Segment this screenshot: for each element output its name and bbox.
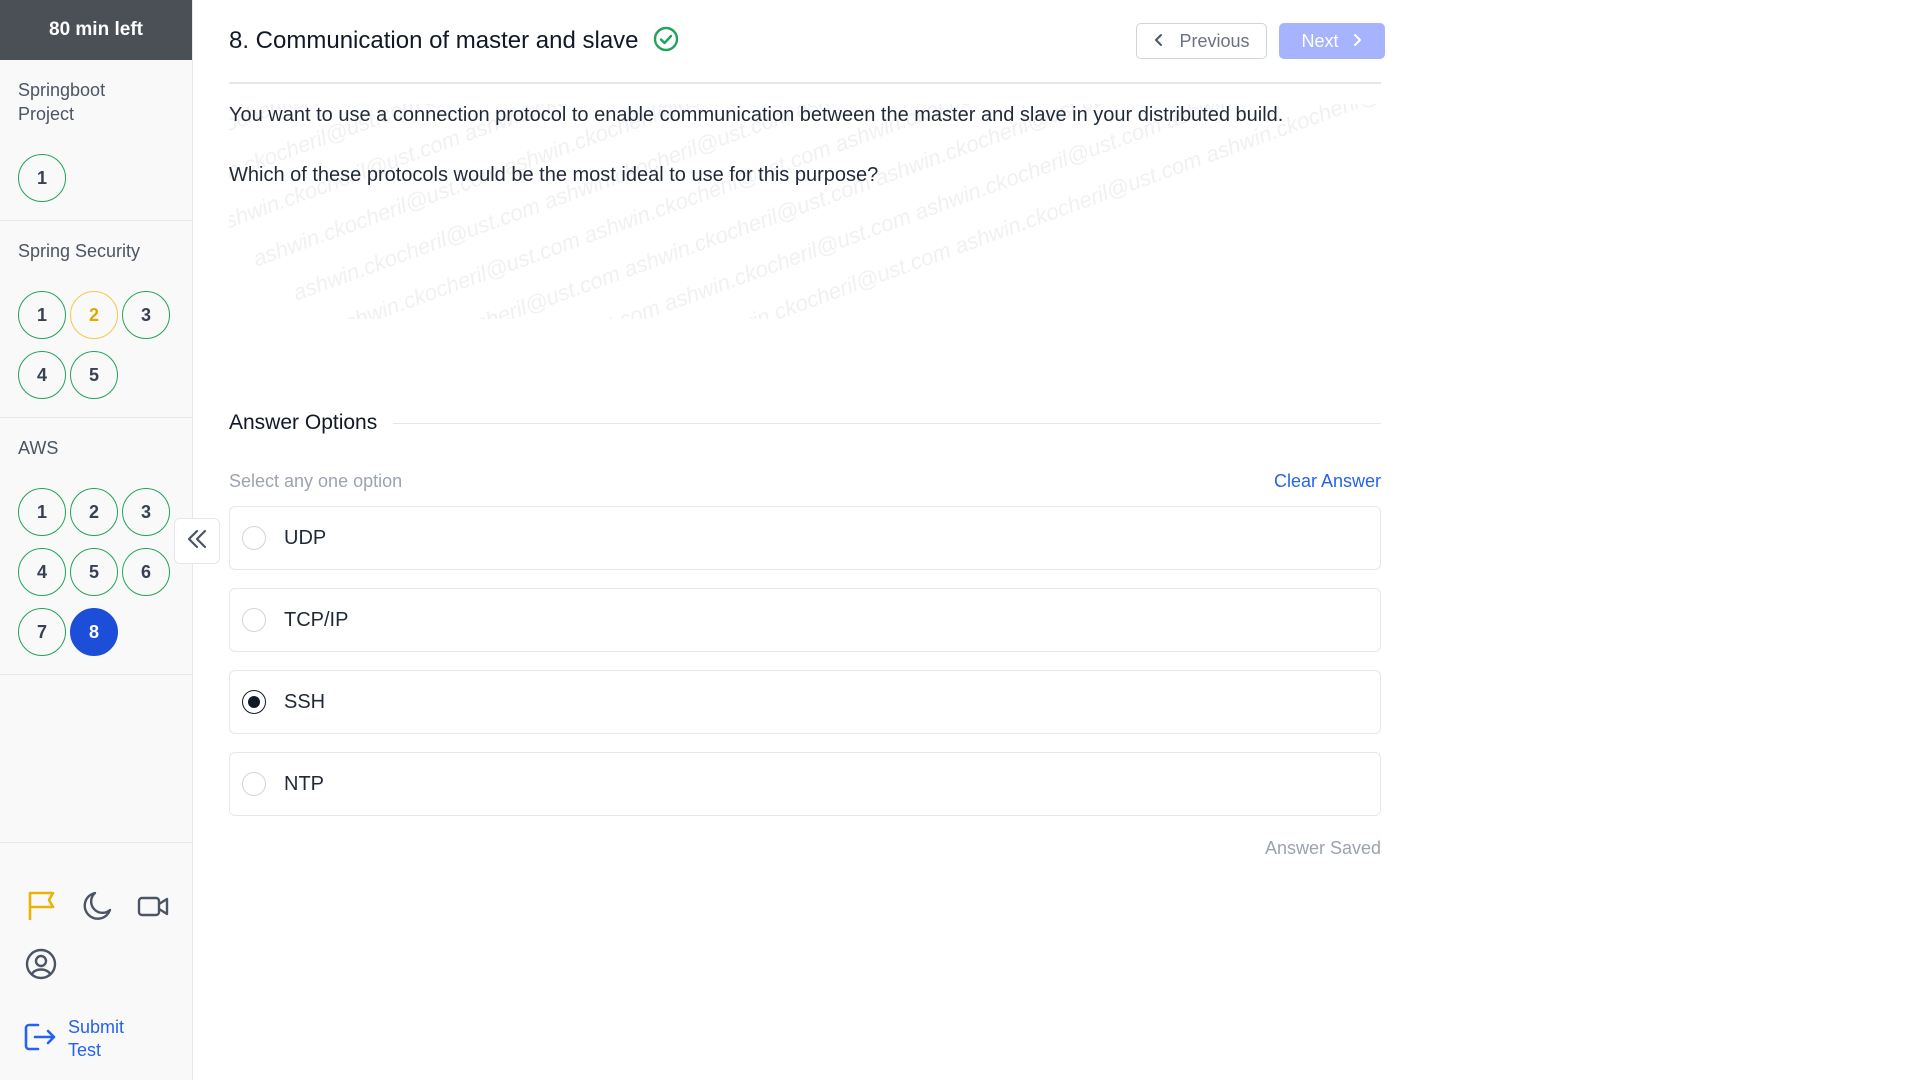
- question-nav-button[interactable]: 5: [70, 548, 118, 596]
- answer-option-label: NTP: [284, 772, 324, 795]
- question-nav-button[interactable]: 6: [122, 548, 170, 596]
- question-nav-button[interactable]: 2: [70, 291, 118, 339]
- answer-option-label: SSH: [284, 690, 326, 713]
- question-nav-button[interactable]: 3: [122, 291, 170, 339]
- radio-unchecked-icon[interactable]: [242, 526, 266, 550]
- question-nav-button[interactable]: 1: [18, 154, 66, 202]
- answer-status: Answer Saved: [1264, 838, 1381, 858]
- radio-checked-icon[interactable]: [242, 690, 266, 714]
- answer-option[interactable]: SSH: [229, 670, 1381, 734]
- question-grid: 123 45: [18, 263, 174, 417]
- moon-icon[interactable]: [80, 889, 114, 923]
- radio-unchecked-icon[interactable]: [242, 608, 266, 632]
- user-circle-icon[interactable]: [24, 947, 58, 981]
- divider: [393, 422, 1381, 424]
- question-header: 8. Communication of master and slave Pre…: [229, 0, 1385, 84]
- question-nav-button[interactable]: 7: [18, 608, 66, 656]
- question-nav-button[interactable]: 1: [18, 488, 66, 536]
- question-nav-button[interactable]: 3: [122, 488, 170, 536]
- question-grid: 123 456 78: [18, 460, 174, 674]
- question-nav-button[interactable]: 8: [70, 608, 118, 656]
- collapse-sidebar-button[interactable]: [174, 518, 220, 564]
- question-body: ashwin.ckocheril@ust.com ashwin.ckocheri…: [229, 84, 1381, 319]
- answer-option-label: TCP/IP: [284, 608, 349, 631]
- logout-icon: [22, 1019, 58, 1060]
- previous-button[interactable]: Previous: [1136, 23, 1267, 59]
- timer: 80 min left: [0, 0, 192, 60]
- question-nav-button[interactable]: 4: [18, 351, 66, 399]
- flag-icon[interactable]: [24, 889, 58, 923]
- page-title: 8. Communication of master and slave: [229, 27, 639, 54]
- question-nav-button[interactable]: 5: [70, 351, 118, 399]
- sidebar-tools: Submit Test: [0, 842, 193, 1080]
- answer-options-list: UDP TCP/IP SSH NTP: [229, 506, 1381, 816]
- question-text: You want to use a connection protocol to…: [229, 104, 1284, 126]
- question-nav-button[interactable]: 4: [18, 548, 66, 596]
- video-camera-icon[interactable]: [136, 889, 170, 923]
- radio-unchecked-icon[interactable]: [242, 772, 266, 796]
- section-title: Spring Security: [18, 241, 141, 261]
- question-panel: 8. Communication of master and slave Pre…: [229, 0, 1385, 859]
- clear-answer-link[interactable]: Clear Answer: [1274, 471, 1381, 492]
- answer-option[interactable]: UDP: [229, 506, 1381, 570]
- next-button[interactable]: Next: [1279, 23, 1385, 59]
- previous-label: Previous: [1179, 30, 1250, 51]
- answer-options-header: Answer Options: [229, 411, 1381, 435]
- question-nav-button[interactable]: 2: [70, 488, 118, 536]
- next-label: Next: [1301, 30, 1339, 51]
- submit-test-label: Submit Test: [68, 1017, 125, 1060]
- question-nav-button[interactable]: 1: [18, 291, 66, 339]
- question-prompt: Which of these protocols would be the mo…: [229, 164, 879, 186]
- answer-options-heading: Answer Options: [229, 411, 378, 434]
- section-springboot: Springboot Project 1: [0, 60, 192, 221]
- section-title: AWS: [18, 438, 59, 458]
- answer-option-label: UDP: [284, 526, 327, 549]
- question-sidebar: 80 min left Springboot Project 1 Spring …: [0, 0, 193, 1080]
- section-title: Springboot Project: [18, 80, 106, 124]
- chevrons-left-icon: [184, 526, 210, 557]
- chevron-left-icon: [1153, 31, 1165, 52]
- answer-option[interactable]: NTP: [229, 752, 1381, 816]
- answer-option[interactable]: TCP/IP: [229, 588, 1381, 652]
- question-grid: 1: [18, 126, 174, 220]
- submit-test-button[interactable]: Submit Test: [22, 1016, 138, 1062]
- timer-text: 80 min left: [49, 19, 143, 40]
- check-circle-icon: [653, 26, 679, 57]
- chevron-right-icon: [1351, 31, 1363, 52]
- section-spring-security: Spring Security 123 45: [0, 221, 192, 418]
- answer-hint: Select any one option: [229, 471, 403, 491]
- section-aws: AWS 123 456 78: [0, 418, 192, 675]
